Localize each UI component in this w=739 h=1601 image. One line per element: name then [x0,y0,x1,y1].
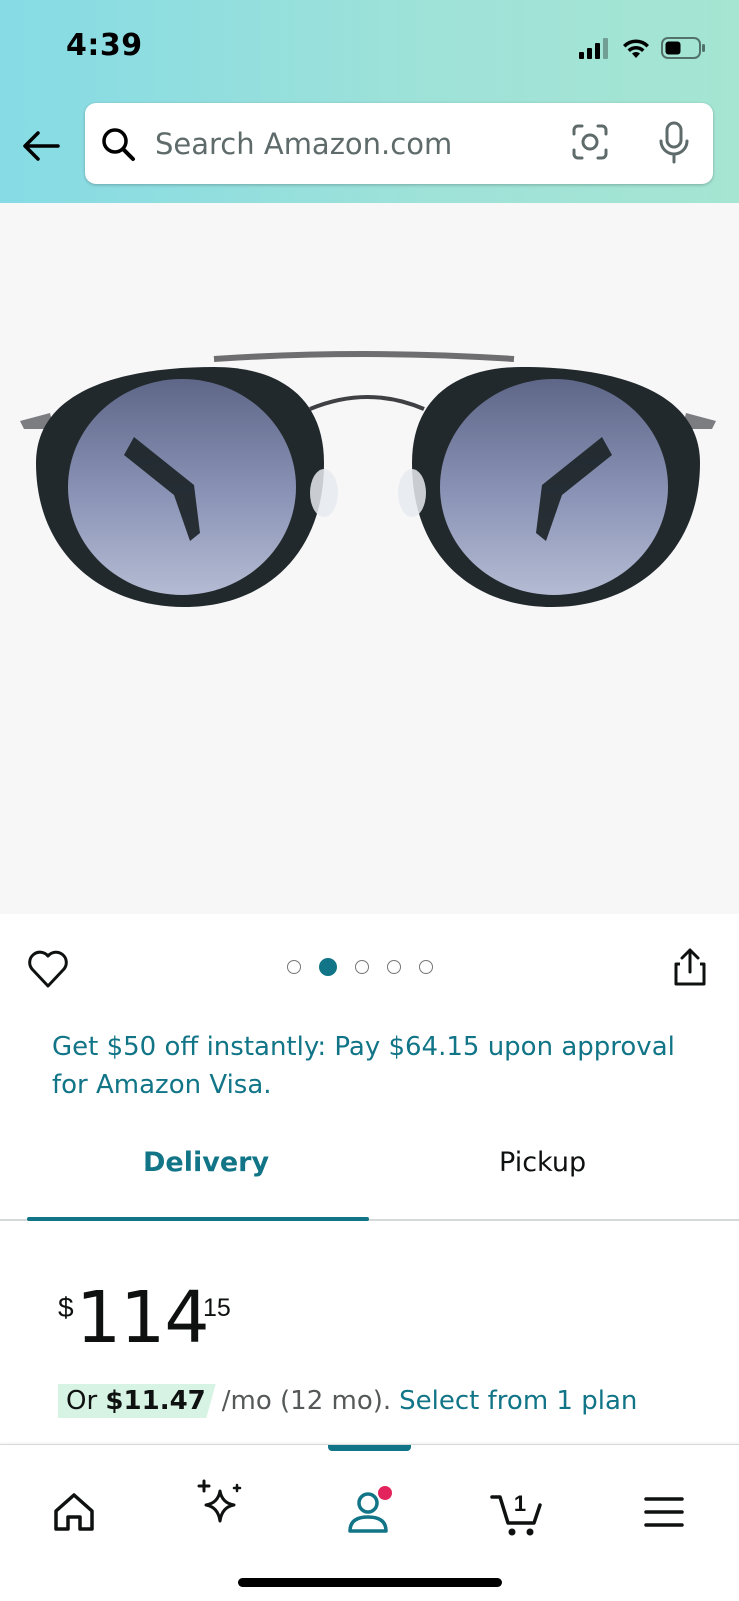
home-indicator[interactable] [238,1578,502,1587]
installment-badge: Or $11.47 [58,1384,216,1418]
search-icon [102,128,135,161]
cart-count: 1 [514,1491,526,1516]
installment-terms: /mo (12 mo). [221,1386,392,1416]
wifi-icon [623,39,649,58]
price-whole: 114 [76,1276,210,1359]
search-bar[interactable]: Search Amazon.com [85,103,713,184]
ai-sparkle-icon[interactable] [192,1477,248,1531]
tab-delivery[interactable]: Delivery [143,1147,269,1178]
gallery-actions [0,940,739,1000]
visa-promo-link[interactable]: Get $50 off instantly: Pay $64.15 upon a… [52,1028,702,1104]
active-tab-indicator [328,1445,411,1451]
carousel-dot-active[interactable] [319,958,337,976]
home-icon[interactable] [46,1485,102,1539]
back-arrow-icon [23,131,60,161]
battery-icon [661,37,705,59]
camera-icon[interactable] [571,123,609,161]
cart-icon: 1 [490,1491,542,1536]
menu-icon[interactable] [638,1485,694,1539]
tab-active-indicator [27,1217,369,1221]
microphone-icon[interactable] [657,121,691,165]
tab-pickup[interactable]: Pickup [499,1147,586,1178]
bottom-navigation: 1 [0,1444,739,1601]
carousel-dot[interactable] [387,960,401,974]
header: 4:39 Search Amazon.com [0,0,739,203]
search-input[interactable]: Search Amazon.com [155,127,452,161]
carousel-dot[interactable] [355,960,369,974]
image-carousel-dots[interactable] [287,958,433,976]
carousel-dot[interactable] [419,960,433,974]
price-currency-symbol: $ [58,1292,74,1323]
product-image-gallery[interactable] [0,203,739,914]
back-button[interactable] [18,122,68,170]
share-icon[interactable] [670,946,710,990]
status-icons [579,34,707,62]
account-icon[interactable] [340,1485,396,1539]
carousel-dot[interactable] [287,960,301,974]
cart-button[interactable]: 1 [488,1485,544,1539]
heart-icon[interactable] [26,948,70,990]
fulfillment-tabs: Delivery Pickup [0,1147,739,1222]
product-image-sunglasses[interactable] [14,345,722,619]
notification-dot [378,1486,392,1500]
status-time: 4:39 [66,28,143,63]
price-fraction: 15 [203,1294,231,1322]
installment-prefix: Or [66,1386,98,1416]
installment-amount: $11.47 [105,1386,206,1416]
select-plan-link[interactable]: Select from 1 plan [399,1386,637,1416]
signal-icon [579,38,608,59]
installment-offer: Or $11.47 /mo (12 mo). Select from 1 pla… [58,1382,637,1420]
